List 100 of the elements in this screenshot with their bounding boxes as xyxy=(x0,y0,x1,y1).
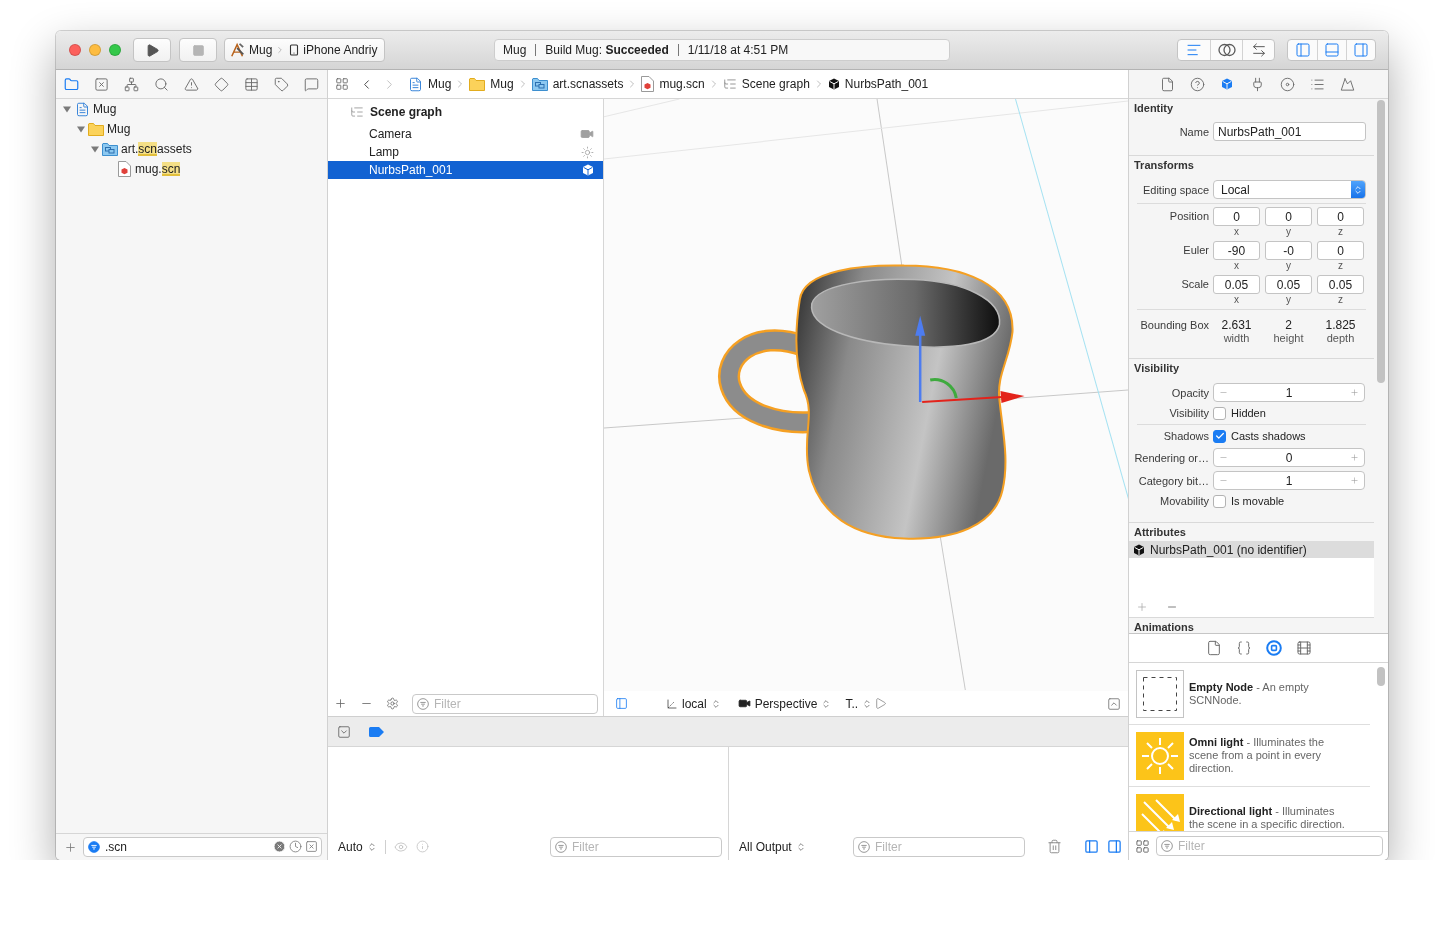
file-name[interactable]: mug.scn xyxy=(135,162,181,176)
filter-field[interactable]: Filter xyxy=(550,836,722,857)
y-axis-arrow[interactable] xyxy=(915,315,926,402)
file-name[interactable]: art.scnassets xyxy=(121,142,192,156)
checkbox[interactable] xyxy=(1213,406,1226,420)
library-item[interactable]: Omni light - Illuminates the scene from a point in every direction. xyxy=(1129,725,1370,787)
name-field[interactable]: NurbsPath_001 xyxy=(1213,122,1366,141)
filter-icon xyxy=(88,841,100,853)
file-name[interactable]: Mug xyxy=(93,102,117,116)
filter-icon xyxy=(858,840,870,853)
boxed-x-icon[interactable] xyxy=(305,840,318,853)
scroll-thumb[interactable] xyxy=(1377,100,1385,383)
zoom-button[interactable] xyxy=(109,44,121,56)
number-field[interactable]: 0.05 xyxy=(1213,275,1260,294)
axis-label: y xyxy=(1286,260,1291,272)
field-label: Visibility xyxy=(1168,407,1210,419)
breadcrumb[interactable]: Mug xyxy=(469,77,514,91)
stepper-field[interactable]: 1 xyxy=(1213,383,1365,402)
disclosure-triangle[interactable] xyxy=(76,124,86,134)
breadcrumb[interactable]: Scene graph xyxy=(722,77,810,91)
trash-icon[interactable] xyxy=(1047,839,1062,854)
number-field[interactable]: -0 xyxy=(1265,241,1312,260)
breadcrumb[interactable]: NurbsPath_001 xyxy=(827,77,929,91)
number-field[interactable]: 0.05 xyxy=(1317,275,1364,294)
tool-popup[interactable]: T.. xyxy=(845,696,873,711)
filter-field[interactable]: Filter xyxy=(853,836,1025,857)
chevron-box-icon[interactable] xyxy=(337,724,351,739)
number-field[interactable]: 0.05 xyxy=(1265,275,1312,294)
editing-space-popup[interactable]: Local xyxy=(1213,180,1366,199)
space-popup[interactable]: local xyxy=(666,696,721,711)
breadcrumb[interactable]: mug.scn xyxy=(641,76,705,92)
plus-icon[interactable] xyxy=(1350,453,1359,462)
breadcrumb[interactable]: art.scnassets xyxy=(531,77,624,91)
document-icon xyxy=(408,76,423,92)
number-field[interactable]: 0 xyxy=(1317,241,1364,260)
eye-icon[interactable] xyxy=(393,839,408,854)
checkbox[interactable] xyxy=(1213,429,1226,443)
minimize-button[interactable] xyxy=(89,44,101,56)
clear-icon[interactable] xyxy=(273,840,286,853)
updown-icon xyxy=(710,698,721,709)
empty-node-icon xyxy=(1136,669,1184,718)
tree-icon xyxy=(722,77,737,91)
stop-icon xyxy=(191,43,205,57)
number-field[interactable]: -90 xyxy=(1213,241,1260,260)
cube-icon xyxy=(1133,543,1145,556)
scene-node[interactable]: Lamp xyxy=(328,143,603,161)
tree-icon xyxy=(350,105,364,119)
filter-field[interactable]: Filter xyxy=(412,693,598,714)
grid-icon[interactable] xyxy=(335,77,349,91)
add-icon[interactable] xyxy=(1136,601,1148,613)
stepper-field[interactable]: 1 xyxy=(1213,471,1365,490)
right-panel-icon[interactable] xyxy=(1107,839,1122,854)
scene-node[interactable]: Camera xyxy=(328,125,603,143)
filter-field[interactable]: Filter xyxy=(1156,836,1383,856)
plus-icon[interactable] xyxy=(1350,388,1359,397)
scroll-thumb[interactable] xyxy=(1377,667,1385,686)
play-icon[interactable] xyxy=(874,697,888,710)
chevron-box-icon[interactable] xyxy=(1107,696,1121,711)
updown-icon xyxy=(862,698,873,709)
number-field[interactable]: 0 xyxy=(1213,207,1260,226)
grid-icon[interactable] xyxy=(1135,838,1150,854)
clock-icon[interactable] xyxy=(289,840,302,853)
camera-popup[interactable]: Perspective xyxy=(737,696,832,711)
breadcrumb[interactable]: Mug xyxy=(408,76,452,92)
checkbox[interactable] xyxy=(1213,494,1226,508)
add-icon[interactable] xyxy=(334,697,347,710)
stepper-field[interactable]: 0 xyxy=(1213,448,1365,467)
info-icon[interactable] xyxy=(415,840,429,853)
sidebar-toggle-icon[interactable] xyxy=(615,697,628,710)
dimension-value: 2 xyxy=(1285,318,1292,332)
gear-icon[interactable] xyxy=(386,697,399,710)
filter-field[interactable]: .scn xyxy=(83,837,322,857)
add-icon[interactable] xyxy=(64,840,77,854)
field-label: Bounding Box xyxy=(1139,318,1210,332)
disclosure-triangle[interactable] xyxy=(62,104,72,114)
attribute-row[interactable]: NurbsPath_001 (no identifier) xyxy=(1129,541,1374,558)
build-time: 1/11/18 at 4:51 PM xyxy=(687,43,789,57)
disclosure-triangle[interactable] xyxy=(90,144,100,154)
run-button[interactable] xyxy=(133,38,171,62)
number-field[interactable]: 0 xyxy=(1265,207,1312,226)
stop-button[interactable] xyxy=(179,38,217,62)
section-title: Identity xyxy=(1133,101,1175,116)
library-item[interactable]: Empty Node - An empty SCNNode. xyxy=(1129,663,1370,725)
plus-icon[interactable] xyxy=(1350,476,1359,485)
dimension-value: 2.631 xyxy=(1221,318,1252,332)
section-title: Visibility xyxy=(1133,361,1181,376)
x-axis-arrow[interactable] xyxy=(922,391,1025,404)
scheme-selector[interactable]: Mug iPhone Andriy xyxy=(224,38,385,62)
video-camera-icon xyxy=(580,127,594,141)
scene-viewport[interactable] xyxy=(604,99,1128,691)
scope-popup[interactable]: Auto xyxy=(338,839,377,854)
left-panel-icon[interactable] xyxy=(1084,839,1099,854)
file-name[interactable]: Mug xyxy=(107,122,131,136)
rotation-arc[interactable] xyxy=(930,378,958,399)
panel-title: Scene graph xyxy=(370,105,443,119)
output-popup[interactable]: All Output xyxy=(739,839,806,854)
number-field[interactable]: 0 xyxy=(1317,207,1364,226)
scene-node[interactable]: NurbsPath_001 xyxy=(328,161,603,179)
breakpoint-icon[interactable] xyxy=(369,726,384,737)
close-button[interactable] xyxy=(69,44,81,56)
